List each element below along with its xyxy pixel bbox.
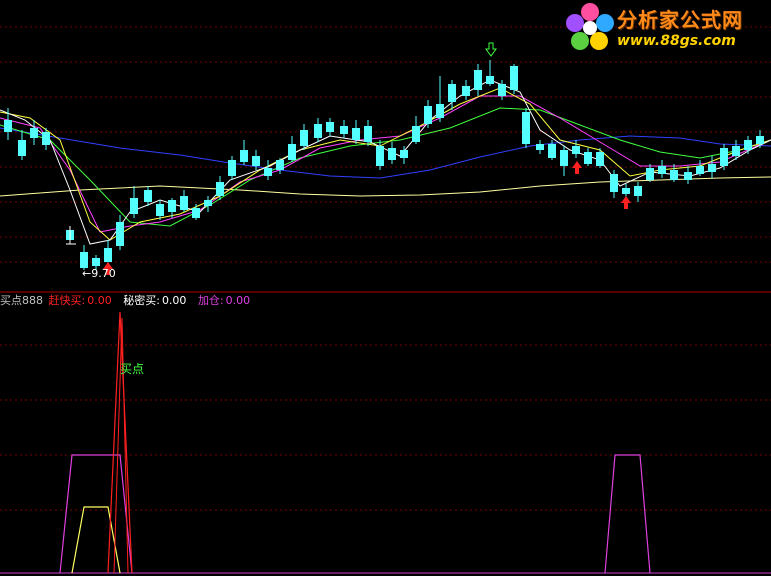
candle-body [204,200,212,206]
candle-body [264,168,272,176]
candle-body [180,196,188,210]
candle-body [156,204,164,216]
candle-body [80,252,88,268]
moving-average-line [0,95,771,233]
flower-logo-icon [566,3,614,50]
candle-body [104,248,112,262]
candle-body [364,126,372,142]
candle-body [42,132,50,145]
candle-body [314,124,322,138]
legend-item-label: 秘密买: [123,294,160,307]
candle-body [412,126,420,142]
candle-body [424,106,432,124]
candle-body [596,152,604,166]
candlesticks [4,60,764,270]
down-arrow-icon [485,42,497,57]
candle-body [92,258,100,266]
up-arrow-icon [621,196,631,209]
moving-average-lines [0,79,771,245]
candle-body [744,140,752,150]
candle-body [252,156,260,166]
candle-body [510,66,518,90]
candle-body [30,128,38,138]
chart-stage [0,26,771,574]
candle-body [216,182,224,196]
watermark-title: 分析家公式网 [617,8,743,32]
candle-body [130,198,138,214]
legend-item-value: 0.00 [87,294,112,307]
watermark-url: www.88gs.com [617,33,736,49]
candle-body [732,146,740,156]
candle-body [448,84,456,102]
site-watermark: 分析家公式网 www.88gs.com [565,2,765,54]
indicator-lines [59,311,651,574]
candle-body [610,174,618,192]
candle-body [376,146,384,166]
candle-body [388,148,396,160]
secret-buy-line [71,506,121,574]
candle-body [340,126,348,134]
indicator-name: 买点888 [0,294,43,307]
candle-body [658,166,666,174]
buy-signal-label: 买点 [120,362,145,376]
candle-body [684,172,692,180]
candle-body [4,120,12,132]
candle-body [572,146,580,154]
candle-body [436,104,444,118]
indicator-legend: 买点888 赶快买: 0.00 秘密买: 0.00 加仓: 0.00 [0,293,252,309]
candle-body [228,160,236,176]
candle-body [536,144,544,150]
legend-item-label: 赶快买: [48,294,86,307]
candle-body [670,170,678,180]
candle-body [326,122,334,132]
candle-body [584,152,592,164]
moving-average-line [0,79,771,245]
moving-average-line [0,176,771,197]
candle-body [144,190,152,202]
candle-body [486,76,494,84]
moving-average-line [0,87,771,241]
candle-body [622,188,630,194]
candle-body [300,130,308,146]
legend-item-value: 0.00 [225,294,251,307]
candle-body [696,166,704,174]
up-arrow-icon [572,161,582,174]
candle-body [474,70,482,90]
candle-body [18,140,26,156]
legend-item-label: 加仓: [197,294,224,307]
candle-body [462,86,470,96]
candle-body [756,136,764,144]
candle-body [720,148,728,166]
candle-body [548,144,556,158]
candle-body [708,164,716,172]
candle-body [646,168,654,180]
low-price-marker: ←9.70 [82,267,116,280]
candle-body [288,144,296,160]
candle-body [240,150,248,162]
candle-body [522,112,530,144]
candle-body [276,160,284,170]
candle-body [192,208,200,218]
candle-body [168,200,176,212]
candle-body [634,186,642,196]
candle-body [560,150,568,166]
candle-body [352,128,360,140]
add-position-line [59,454,133,574]
add-position-line [604,454,651,574]
candle-body [498,84,506,96]
candle-body [116,222,124,246]
legend-item-value: 0.00 [161,294,187,307]
candle-body [400,150,408,158]
